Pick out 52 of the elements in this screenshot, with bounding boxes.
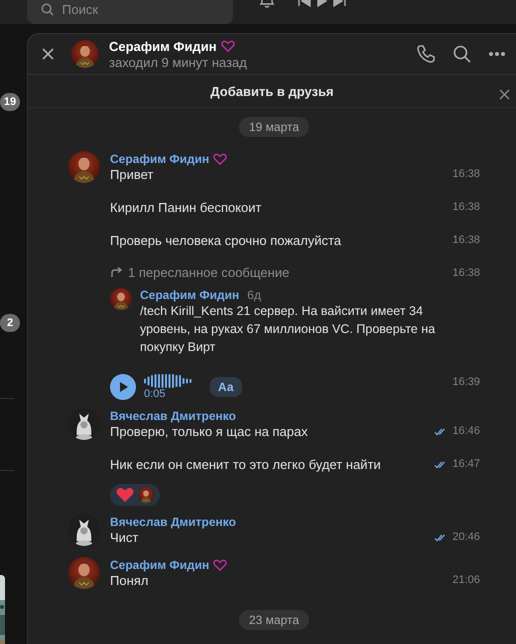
author-name[interactable]: Серафим Фидин xyxy=(110,558,210,572)
message-time: 16:46 xyxy=(434,423,480,437)
message-text: /tech Kirill_Kents 21 сервер. На вайсити имеет 34 уровень, на руках 67 миллионов VC. Проверьте на покупку Вирт xyxy=(140,303,436,356)
message-time: 21:06 xyxy=(452,573,480,586)
message-time: 16:38 xyxy=(452,233,480,246)
heart-icon xyxy=(116,487,134,503)
message-time: 16:38 xyxy=(452,200,480,213)
search-icon xyxy=(41,2,54,16)
date-separator: 19 марта xyxy=(238,117,310,137)
date-separator: 23 марта xyxy=(238,610,310,630)
message-text: Ник если он сменит то это легко будет найти xyxy=(110,456,381,474)
avatar[interactable] xyxy=(68,557,100,589)
call-button[interactable] xyxy=(416,44,436,64)
forward-label[interactable]: 1 пересланное сообщение xyxy=(128,265,290,280)
author-name[interactable]: Серафим Фидин xyxy=(110,152,210,166)
waveform-icon xyxy=(144,374,194,388)
message-time: 20:46 xyxy=(434,529,480,543)
more-button[interactable] xyxy=(488,51,506,58)
add-friend-link[interactable]: Добавить в друзья xyxy=(210,84,334,99)
message-text: Чист xyxy=(110,529,138,547)
avatar xyxy=(110,288,132,310)
message-time: 16:38 xyxy=(452,266,480,279)
message-text: Проверю, только я щас на парах xyxy=(110,423,308,441)
search-field[interactable]: Поиск xyxy=(27,0,233,24)
search-button[interactable] xyxy=(452,44,472,64)
author-name[interactable]: Вячеслав Дмитренко xyxy=(110,514,236,528)
forward-age: 6д xyxy=(247,288,261,302)
last-seen-status: заходил 9 минут назад xyxy=(109,54,248,70)
message-time: 16:39 xyxy=(452,375,480,388)
author-name[interactable]: Вячеслав Дмитренко xyxy=(110,408,236,422)
transcribe-button[interactable]: Аа xyxy=(210,377,242,397)
close-button[interactable] xyxy=(41,47,55,62)
search-placeholder: Поиск xyxy=(62,2,98,16)
forward-icon xyxy=(110,267,123,278)
message-text: Привет xyxy=(110,166,154,184)
message-text: Кирилл Панин беспокоит xyxy=(110,199,262,217)
close-button[interactable] xyxy=(499,89,510,100)
unread-badge: 19 xyxy=(0,93,20,111)
play-button[interactable] xyxy=(110,374,136,400)
contact-name[interactable]: Серафим Фидин xyxy=(109,38,217,54)
message-time: 16:47 xyxy=(434,456,480,470)
reaction-chip[interactable] xyxy=(110,484,160,506)
play-icon xyxy=(117,381,129,393)
message-time: 16:38 xyxy=(452,167,480,180)
avatar xyxy=(138,487,154,503)
forward-author[interactable]: Серафим Фидин xyxy=(140,288,240,302)
voice-duration: 0:05 xyxy=(144,388,166,400)
message-text: Понял xyxy=(110,572,148,590)
message-text: Проверь человека срочно пожалуйста xyxy=(110,232,342,250)
unread-badge: 2 xyxy=(0,314,20,332)
avatar[interactable] xyxy=(68,151,100,183)
avatar[interactable] xyxy=(71,40,99,68)
